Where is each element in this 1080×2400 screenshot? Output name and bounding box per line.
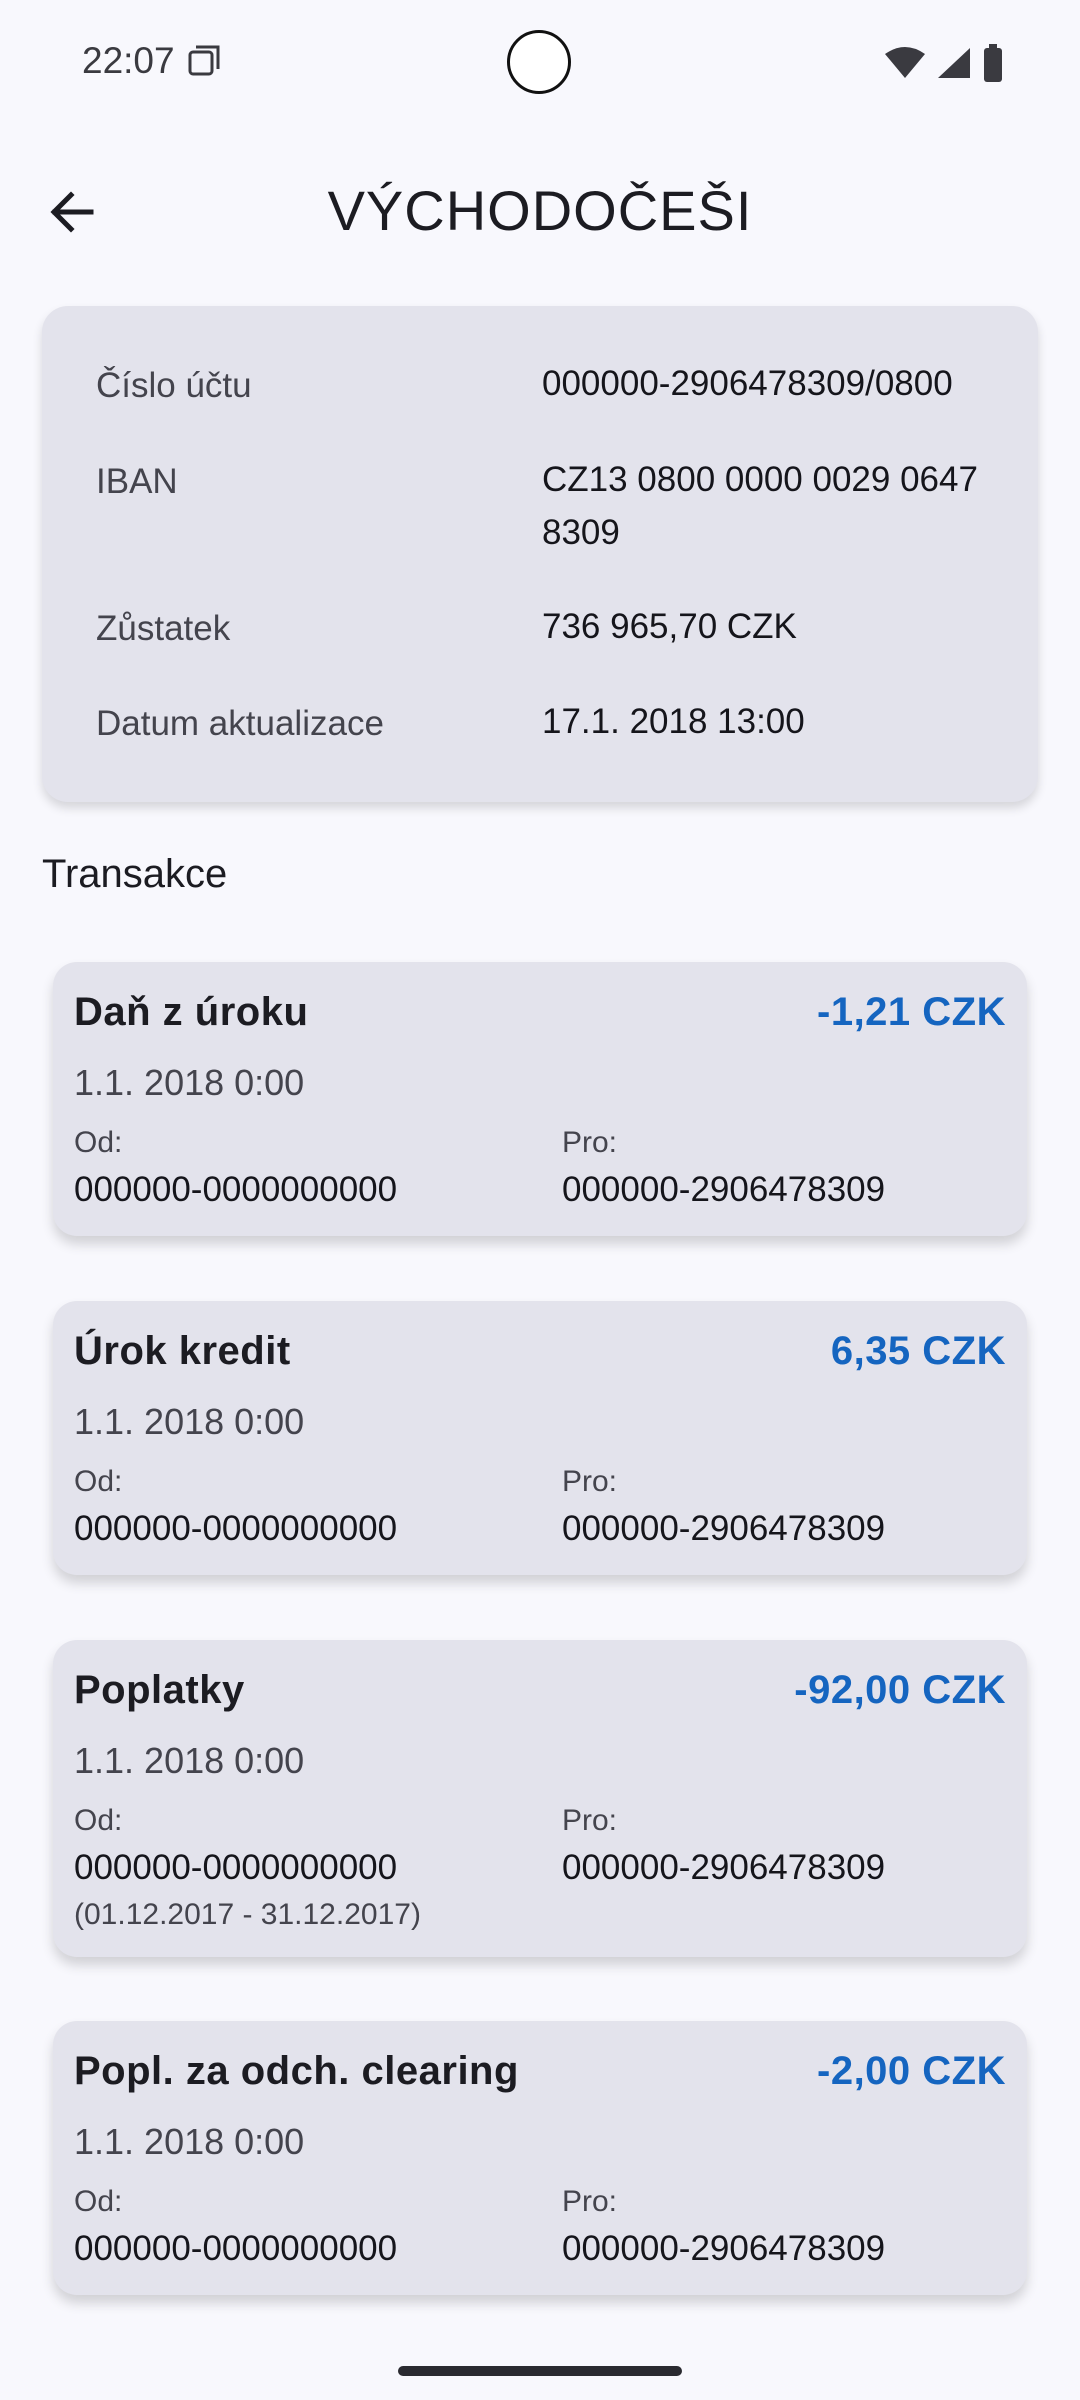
app-bar: VÝCHODOČEŠI [0,150,1080,274]
transaction-title: Daň z úroku [74,990,309,1034]
battery-icon [984,44,1002,82]
updated-date-value: 17.1. 2018 13:00 [542,702,805,741]
transaction-date: 1.1. 2018 0:00 [74,1062,305,1103]
transaction-card[interactable]: Poplatky -92,00 CZK 1.1. 2018 0:00 Od: P… [53,1640,1027,1957]
status-time-text: 22:07 [82,40,175,81]
gesture-handle[interactable] [398,2366,682,2376]
transaction-card[interactable]: Úrok kredit 6,35 CZK 1.1. 2018 0:00 Od: … [53,1301,1027,1575]
transactions-heading: Transakce [42,852,228,896]
signal-icon [938,48,970,78]
transaction-to-label: Pro: [562,1804,618,1837]
transaction-from-label: Od: [74,1804,123,1837]
transaction-from-account: 000000-0000000000 [74,1848,398,1887]
transaction-from-label: Od: [74,2185,123,2218]
transaction-card[interactable]: Popl. za odch. clearing -2,00 CZK 1.1. 2… [53,2021,1027,2295]
updated-date-label: Datum aktualizace [96,704,384,743]
page-title: VÝCHODOČEŠI [327,179,753,242]
transaction-from-label: Od: [74,1465,123,1498]
transaction-card[interactable]: Daň z úroku -1,21 CZK 1.1. 2018 0:00 Od:… [53,962,1027,1236]
status-bar: 22:07 [0,0,1080,128]
transaction-period-note: (01.12.2017 - 31.12.2017) [74,1898,421,1931]
transaction-from-account: 000000-0000000000 [74,1170,398,1209]
balance-value: 736 965,70 CZK [542,607,797,646]
transaction-date: 1.1. 2018 0:00 [74,1740,305,1781]
transaction-date: 1.1. 2018 0:00 [74,1401,305,1442]
transaction-to-label: Pro: [562,2185,618,2218]
screenshot-icon [188,45,220,76]
wifi-icon [885,47,925,78]
transaction-title: Úrok kredit [74,1329,291,1373]
transaction-amount: 6,35 CZK [830,1329,1006,1373]
transaction-from-account: 000000-0000000000 [74,2229,398,2268]
transaction-date: 1.1. 2018 0:00 [74,2121,305,2162]
transaction-title: Poplatky [74,1668,245,1712]
status-time: 22:07 [82,40,221,82]
transaction-to-account: 000000-2906478309 [562,1170,886,1209]
camera-cutout [507,30,571,94]
account-info-card: Číslo účtu 000000-2906478309/0800 IBAN C… [42,306,1038,802]
transaction-amount: -92,00 CZK [794,1668,1006,1712]
account-number-value: 000000-2906478309/0800 [542,364,953,403]
transaction-from-label: Od: [74,1126,123,1159]
transaction-to-account: 000000-2906478309 [562,2229,886,2268]
transaction-title: Popl. za odch. clearing [74,2049,519,2093]
transaction-amount: -2,00 CZK [817,2049,1006,2093]
iban-value: CZ13 0800 0000 0029 0647 8309 [542,460,978,552]
transaction-to-label: Pro: [562,1126,618,1159]
transaction-to-label: Pro: [562,1465,618,1498]
transaction-amount: -1,21 CZK [817,990,1006,1034]
transaction-from-account: 000000-0000000000 [74,1509,398,1548]
iban-label: IBAN [96,462,178,501]
status-icons [884,44,1004,82]
balance-label: Zůstatek [96,609,231,648]
transaction-to-account: 000000-2906478309 [562,1848,886,1887]
transaction-to-account: 000000-2906478309 [562,1509,886,1548]
account-number-label: Číslo účtu [96,366,252,405]
